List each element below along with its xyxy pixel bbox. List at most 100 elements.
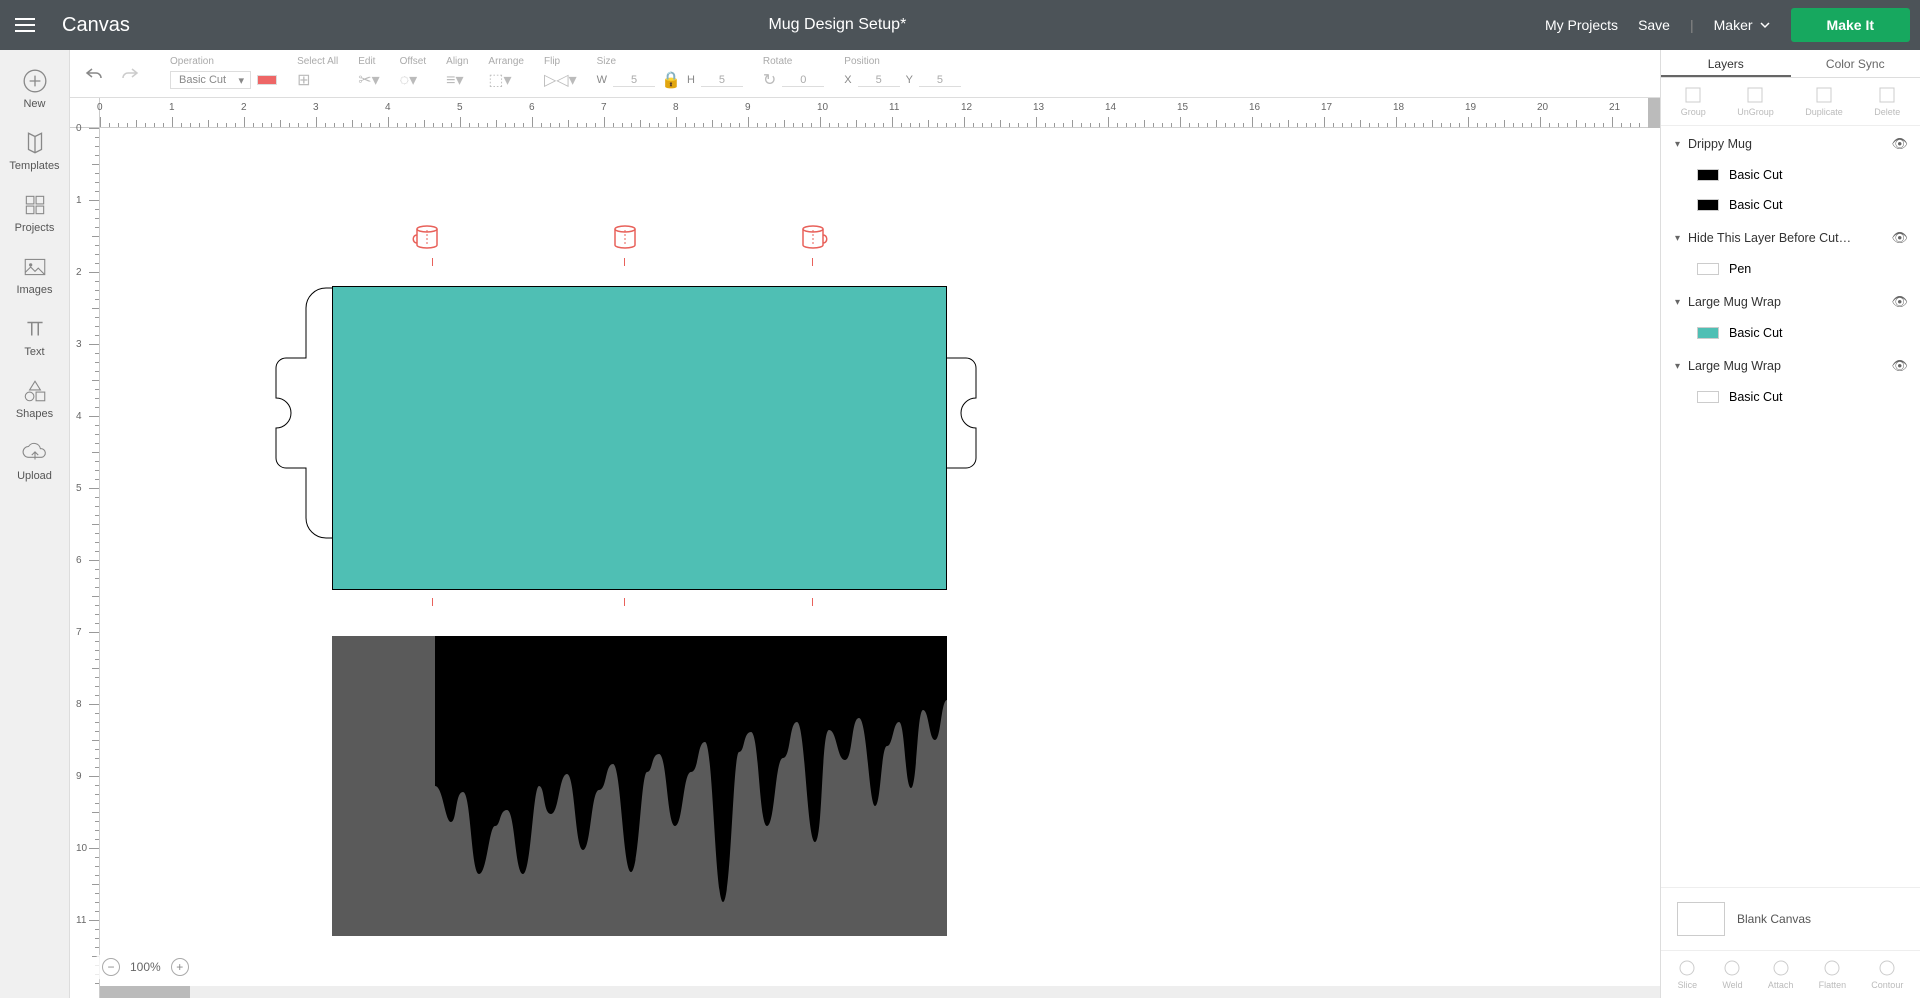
layer-group[interactable]: ▾Drippy Mug👁 xyxy=(1661,126,1920,160)
sidebar-new[interactable]: New xyxy=(0,58,69,120)
visibility-eye-icon[interactable]: 👁 xyxy=(1891,230,1908,246)
flip-dropdown[interactable]: ▷◁▾ xyxy=(544,70,577,90)
layer-group[interactable]: ▾Hide This Layer Before Cut…👁 xyxy=(1661,220,1920,254)
canvas-selector[interactable]: Blank Canvas xyxy=(1661,887,1920,950)
color-swatch[interactable] xyxy=(257,75,277,85)
sidebar-label: Templates xyxy=(9,160,59,172)
sidebar-images[interactable]: Images xyxy=(0,244,69,306)
rotate-input[interactable] xyxy=(782,74,824,87)
align-label: Align xyxy=(446,56,468,67)
edit-toolbar: Operation Basic Cut Select All⊞ Edit✂▾ O… xyxy=(70,50,1920,98)
mug-marker-icon xyxy=(800,222,830,252)
layer-group[interactable]: ▾Large Mug Wrap👁 xyxy=(1661,348,1920,382)
edit-label: Edit xyxy=(358,56,379,67)
pos-x-input[interactable] xyxy=(858,74,900,87)
chevron-down-icon xyxy=(1759,19,1771,31)
size-h-input[interactable] xyxy=(701,74,743,87)
arrange-label: Arrange xyxy=(488,56,524,67)
layer-ops-top: Group UnGroup Duplicate Delete xyxy=(1661,78,1920,126)
expand-arrow-icon: ▾ xyxy=(1675,297,1680,308)
visibility-eye-icon[interactable]: 👁 xyxy=(1891,358,1908,374)
position-label: Position xyxy=(844,56,961,67)
layer-item[interactable]: Basic Cut xyxy=(1661,190,1920,220)
pos-x-label: X xyxy=(844,74,851,86)
plus-circle-icon xyxy=(22,68,48,94)
my-projects-link[interactable]: My Projects xyxy=(1545,17,1618,33)
layer-item[interactable]: Pen xyxy=(1661,254,1920,284)
center-tick xyxy=(624,258,625,266)
zoom-out-button[interactable]: − xyxy=(102,958,120,976)
machine-label: Maker xyxy=(1714,17,1753,33)
layer-group[interactable]: ▾Large Mug Wrap👁 xyxy=(1661,284,1920,318)
op-delete[interactable]: Delete xyxy=(1874,86,1900,117)
position-group: Position X Y xyxy=(844,56,961,91)
center-tick xyxy=(432,258,433,266)
op-slice[interactable]: Slice xyxy=(1678,959,1698,990)
sidebar-label: Shapes xyxy=(16,408,53,420)
flip-label: Flip xyxy=(544,56,577,67)
rotate-label: Rotate xyxy=(763,56,824,67)
machine-dropdown[interactable]: Maker xyxy=(1714,17,1771,33)
sidebar-shapes[interactable]: Shapes xyxy=(0,368,69,430)
expand-arrow-icon: ▾ xyxy=(1675,233,1680,244)
mug-marker-icon xyxy=(410,222,440,252)
upload-icon xyxy=(22,440,48,466)
zoom-in-button[interactable]: + xyxy=(171,958,189,976)
visibility-eye-icon[interactable]: 👁 xyxy=(1891,136,1908,152)
layer-list: ▾Drippy Mug👁Basic CutBasic Cut▾Hide This… xyxy=(1661,126,1920,887)
center-tick xyxy=(812,598,813,606)
redo-icon[interactable] xyxy=(120,66,140,82)
op-group[interactable]: Group xyxy=(1681,86,1706,117)
menu-hamburger[interactable] xyxy=(0,0,50,50)
center-tick xyxy=(432,598,433,606)
op-contour[interactable]: Contour xyxy=(1871,959,1903,990)
size-w-input[interactable] xyxy=(613,74,655,87)
lock-icon[interactable]: 🔒 xyxy=(661,70,681,90)
visibility-eye-icon[interactable]: 👁 xyxy=(1891,294,1908,310)
rotate-icon: ↻ xyxy=(763,70,776,90)
layer-item[interactable]: Basic Cut xyxy=(1661,318,1920,348)
op-flatten[interactable]: Flatten xyxy=(1819,959,1847,990)
layer-item[interactable]: Basic Cut xyxy=(1661,382,1920,412)
layer-ops-bottom: Slice Weld Attach Flatten Contour xyxy=(1661,950,1920,998)
op-attach[interactable]: Attach xyxy=(1768,959,1794,990)
make-it-button[interactable]: Make It xyxy=(1791,8,1910,42)
operation-dropdown[interactable]: Basic Cut xyxy=(170,71,251,89)
operation-group: Operation Basic Cut xyxy=(170,56,277,91)
layer-swatch xyxy=(1697,199,1719,211)
tab-colorsync[interactable]: Color Sync xyxy=(1791,50,1920,77)
arrange-dropdown[interactable]: ⬚▾ xyxy=(488,70,511,90)
app-title: Canvas xyxy=(62,14,130,37)
sidebar-templates[interactable]: Templates xyxy=(0,120,69,182)
center-tick xyxy=(812,258,813,266)
operation-label: Operation xyxy=(170,56,277,67)
zoom-value: 100% xyxy=(130,960,161,974)
undo-icon[interactable] xyxy=(84,66,104,82)
save-button[interactable]: Save xyxy=(1638,17,1670,33)
drippy-design[interactable] xyxy=(332,636,947,936)
sidebar-label: Images xyxy=(16,284,52,296)
sidebar-upload[interactable]: Upload xyxy=(0,430,69,492)
horizontal-scrollbar[interactable] xyxy=(100,986,1660,998)
edit-dropdown[interactable]: ✂▾ xyxy=(358,70,379,90)
center-tick xyxy=(624,598,625,606)
select-all-button[interactable]: ⊞ xyxy=(297,70,310,90)
sidebar-projects[interactable]: Projects xyxy=(0,182,69,244)
ruler-horizontal: 0123456789101112131415161718192021 xyxy=(100,98,1660,128)
op-ungroup[interactable]: UnGroup xyxy=(1737,86,1774,117)
op-weld[interactable]: Weld xyxy=(1722,959,1742,990)
canvas-label: Blank Canvas xyxy=(1737,912,1811,926)
layer-swatch xyxy=(1697,169,1719,181)
op-duplicate[interactable]: Duplicate xyxy=(1805,86,1843,117)
project-title[interactable]: Mug Design Setup* xyxy=(130,16,1545,34)
pos-y-input[interactable] xyxy=(919,74,961,87)
sidebar-text[interactable]: Text xyxy=(0,306,69,368)
teal-rectangle[interactable] xyxy=(332,286,947,590)
design-mat[interactable] xyxy=(100,128,1660,1008)
align-dropdown[interactable]: ≡▾ xyxy=(446,70,463,90)
layer-item[interactable]: Basic Cut xyxy=(1661,160,1920,190)
projects-icon xyxy=(22,192,48,218)
tab-layers[interactable]: Layers xyxy=(1661,50,1791,77)
offset-button[interactable]: ◌▾ xyxy=(400,70,418,90)
mug-marker-icon xyxy=(610,222,640,252)
